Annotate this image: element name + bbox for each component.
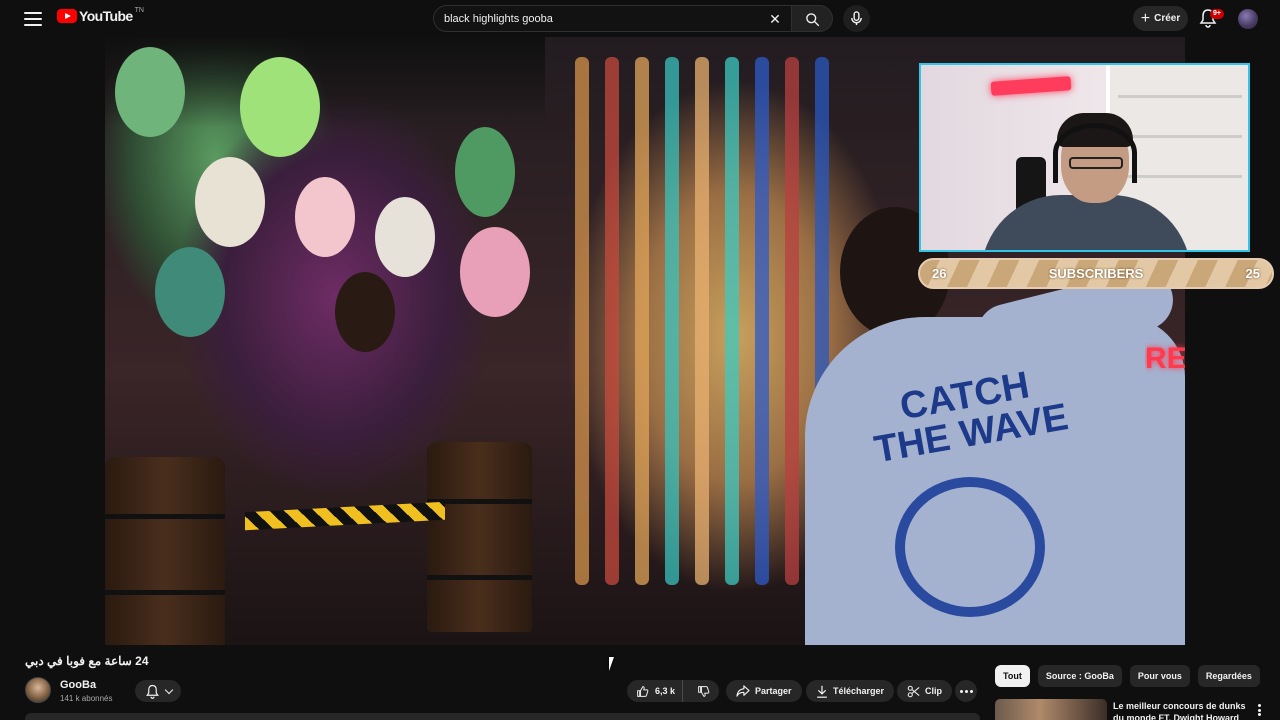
channel-name[interactable]: GooBa (60, 679, 96, 691)
like-dislike-group: 6,3 k (627, 680, 719, 702)
plush-toy (195, 157, 265, 247)
subscriber-goal-label: SUBSCRIBERS (1048, 266, 1144, 281)
search-button[interactable] (791, 5, 833, 32)
download-button[interactable]: Télécharger (806, 680, 895, 702)
plush-wall (755, 57, 769, 585)
recommended-video-title[interactable]: Le meilleur concours de dunks du monde F… (1113, 700, 1248, 720)
bell-icon (145, 684, 159, 699)
logo-text: YouTube (79, 8, 133, 24)
menu-dot (1257, 713, 1261, 716)
channel-avatar[interactable] (25, 677, 51, 703)
like-button[interactable]: 6,3 k (627, 680, 683, 702)
plus-icon: + (1140, 9, 1151, 27)
plush-wall (785, 57, 799, 585)
subscriber-start-count: 26 (932, 266, 947, 281)
plush-wall (695, 57, 709, 585)
description-box[interactable] (25, 713, 980, 720)
dislike-button[interactable] (688, 680, 719, 702)
recommended-video-thumbnail[interactable] (995, 699, 1107, 720)
clip-label: Clip (925, 686, 942, 696)
video-title: 24 ساعة مع فوبا في دبي (25, 654, 149, 668)
youtube-play-icon (57, 9, 77, 23)
plush-wall (665, 57, 679, 585)
close-icon[interactable]: ✕ (765, 9, 785, 29)
thumbs-down-icon (697, 685, 710, 697)
chip-watched[interactable]: Regardées (1197, 665, 1260, 687)
plush-toy (295, 177, 355, 257)
chevron-down-icon (164, 685, 173, 694)
plush-wall (725, 57, 739, 585)
thumbs-up-icon (637, 685, 649, 697)
plush-wall (575, 57, 589, 585)
headset (1053, 123, 1137, 183)
more-dot (959, 689, 963, 693)
more-dot (969, 689, 973, 693)
mouse-cursor (609, 657, 619, 671)
menu-icon[interactable] (22, 8, 44, 28)
plush-toy (240, 57, 320, 157)
create-label: Créer (1154, 13, 1181, 24)
search-input[interactable] (444, 11, 764, 27)
share-button[interactable]: Partager (726, 680, 802, 702)
plush-toy (155, 247, 225, 337)
plush-toy (460, 227, 530, 317)
neon-rifle-sign (990, 76, 1072, 96)
scissors-icon (907, 685, 920, 697)
menu-dot (1257, 708, 1261, 712)
glasses (1069, 157, 1123, 169)
barrel (105, 457, 225, 645)
recommended-video-menu-button[interactable] (1254, 702, 1264, 718)
download-icon (817, 685, 827, 698)
search-bar: ✕ (433, 5, 833, 32)
more-dot (964, 689, 968, 693)
avatar[interactable] (1238, 9, 1258, 29)
create-button[interactable]: + Créer (1133, 6, 1188, 31)
search-icon (806, 13, 820, 27)
plush-toy (335, 272, 395, 352)
like-count: 6,3 k (655, 686, 676, 696)
download-label: Télécharger (833, 686, 885, 696)
plush-toy (115, 47, 185, 137)
recommendation-filter-chips: Tout Source : GooBa Pour vous Regardées (995, 665, 1260, 687)
chip-all[interactable]: Tout (995, 665, 1030, 687)
subscriber-end-count: 25 (1245, 266, 1260, 281)
search-box: ✕ (433, 5, 791, 32)
caution-tape (245, 501, 445, 531)
neon-sign-text: RE (1145, 342, 1185, 375)
menu-dot (1257, 704, 1261, 707)
subscribed-notifications-button[interactable] (135, 680, 181, 702)
more-actions-button[interactable] (955, 680, 977, 702)
chip-for-you[interactable]: Pour vous (1129, 665, 1190, 687)
wave-graphic (895, 477, 1045, 617)
chip-source-channel[interactable]: Source : GooBa (1037, 665, 1122, 687)
top-bar: YouTube TN ✕ + Créer 9+ (0, 0, 1280, 37)
voice-search-button[interactable] (843, 5, 870, 32)
channel-subscriber-count: 141 k abonnés (60, 694, 113, 703)
subscriber-goal-bar: 26 SUBSCRIBERS 25 (918, 258, 1274, 289)
webcam-overlay (919, 63, 1250, 252)
plush-wall (605, 57, 619, 585)
mic-icon (851, 11, 862, 26)
plush-wall (635, 57, 649, 585)
youtube-logo[interactable]: YouTube TN (57, 6, 144, 24)
share-label: Partager (755, 686, 792, 696)
barrel (427, 442, 532, 632)
plush-toy (375, 197, 435, 277)
logo-country-code: TN (134, 6, 144, 14)
notification-badge: 9+ (1210, 9, 1224, 19)
share-icon (736, 685, 750, 697)
clip-button[interactable]: Clip (897, 680, 952, 702)
plush-toy (455, 127, 515, 217)
